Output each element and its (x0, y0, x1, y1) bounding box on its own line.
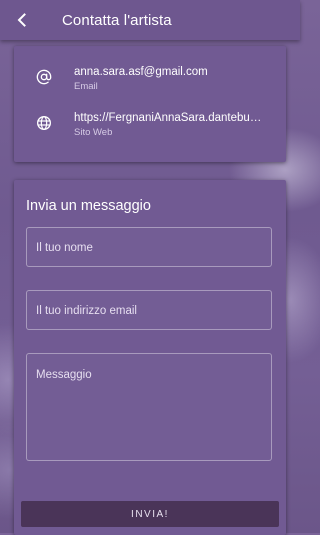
website-label: Sito Web (74, 127, 113, 138)
name-input[interactable]: Il tuo nome (26, 227, 272, 267)
app-bar: Contatta l'artista (0, 0, 300, 40)
email-input[interactable]: Il tuo indirizzo email (26, 290, 272, 330)
back-button[interactable] (0, 0, 44, 40)
message-textarea[interactable]: Messaggio (26, 353, 272, 461)
contact-info-card: anna.sara.asf@gmail.com Email https://Fe… (14, 46, 286, 162)
message-card: Invia un messaggio Il tuo nome Il tuo in… (14, 180, 286, 535)
message-form-title: Invia un messaggio (26, 198, 151, 214)
globe-icon (37, 116, 51, 130)
send-button[interactable]: INVIA! (21, 501, 279, 527)
website-row[interactable]: https://FergnaniAnnaSara.dantebus.com Si… (14, 112, 286, 138)
website-value: https://FergnaniAnnaSara.dantebus.com (74, 112, 264, 124)
email-label: Email (74, 81, 98, 92)
email-row[interactable]: anna.sara.asf@gmail.com Email (14, 66, 286, 92)
email-value: anna.sara.asf@gmail.com (74, 66, 208, 78)
at-sign-icon (36, 69, 52, 85)
arrow-back-icon (17, 13, 26, 27)
page-title: Contatta l'artista (62, 11, 172, 29)
